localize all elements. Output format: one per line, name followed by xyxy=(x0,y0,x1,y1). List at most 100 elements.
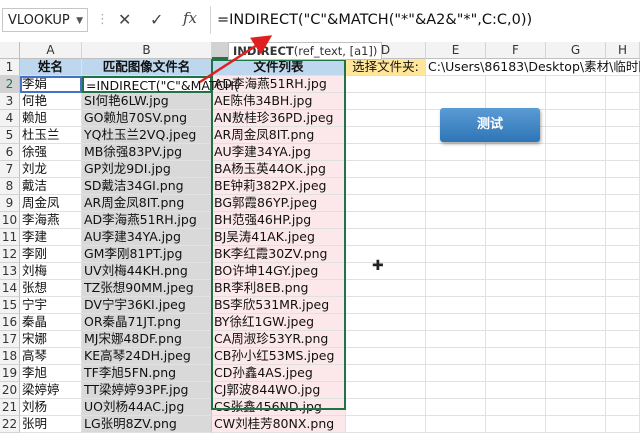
empty-cell[interactable] xyxy=(546,331,606,348)
empty-cell[interactable] xyxy=(546,263,606,280)
name-cell[interactable]: 李海燕 xyxy=(20,212,82,229)
column-header-g[interactable]: G xyxy=(546,42,606,59)
empty-cell[interactable] xyxy=(606,93,640,110)
empty-cell[interactable] xyxy=(346,382,426,399)
empty-cell[interactable] xyxy=(606,144,640,161)
name-cell[interactable]: 宋娜 xyxy=(20,331,82,348)
match-result-cell[interactable]: UO刘杨44AC.jpg xyxy=(82,399,212,416)
tooltip-function-name[interactable]: INDIRECT xyxy=(233,44,294,58)
match-result-cell[interactable]: GM李刚81PT.jpg xyxy=(82,246,212,263)
empty-cell[interactable] xyxy=(346,178,426,195)
empty-cell[interactable] xyxy=(606,246,640,263)
empty-cell[interactable] xyxy=(346,297,426,314)
empty-cell[interactable] xyxy=(486,331,546,348)
row-header[interactable]: 4 xyxy=(0,110,20,127)
match-result-cell[interactable]: TT梁婷婷93PF.jpg xyxy=(82,382,212,399)
insert-function-button[interactable]: fx xyxy=(183,9,197,27)
empty-cell[interactable] xyxy=(346,76,426,93)
name-cell[interactable]: 刘杨 xyxy=(20,399,82,416)
file-list-cell[interactable]: CS张鑫456ND.jpg xyxy=(212,399,346,416)
match-result-cell[interactable]: SD戴洁34GI.png xyxy=(82,178,212,195)
row-header[interactable]: 13 xyxy=(0,263,20,280)
file-list-cell[interactable]: CA周淑珍53YR.png xyxy=(212,331,346,348)
empty-cell[interactable] xyxy=(486,263,546,280)
empty-cell[interactable] xyxy=(486,246,546,263)
name-cell[interactable]: 梁婷婷 xyxy=(20,382,82,399)
name-cell[interactable]: 刘龙 xyxy=(20,161,82,178)
empty-cell[interactable] xyxy=(606,365,640,382)
empty-cell[interactable] xyxy=(546,348,606,365)
empty-cell[interactable] xyxy=(426,195,486,212)
match-result-cell[interactable]: LG张明8ZV.png xyxy=(82,416,212,433)
empty-cell[interactable] xyxy=(346,144,426,161)
formula-input[interactable]: =INDIRECT("C"&MATCH("*"&A2&"*",C:C,0)) xyxy=(210,6,640,34)
file-list-cell[interactable]: CB孙小红53MS.jpeg xyxy=(212,348,346,365)
empty-cell[interactable] xyxy=(546,212,606,229)
row-header[interactable]: 14 xyxy=(0,280,20,297)
empty-cell[interactable] xyxy=(546,246,606,263)
name-cell[interactable]: 张明 xyxy=(20,416,82,433)
file-list-cell[interactable]: CW刘桂芳80NX.png xyxy=(212,416,346,433)
empty-cell[interactable] xyxy=(426,212,486,229)
row-header[interactable]: 7 xyxy=(0,161,20,178)
row-header[interactable]: 3 xyxy=(0,93,20,110)
empty-cell[interactable] xyxy=(606,331,640,348)
file-list-cell[interactable]: CD孙鑫4AS.jpeg xyxy=(212,365,346,382)
name-cell[interactable]: 刘梅 xyxy=(20,263,82,280)
empty-cell[interactable] xyxy=(346,110,426,127)
empty-cell[interactable] xyxy=(486,144,546,161)
empty-cell[interactable] xyxy=(426,246,486,263)
empty-cell[interactable] xyxy=(346,365,426,382)
empty-cell[interactable] xyxy=(486,314,546,331)
empty-cell[interactable] xyxy=(546,178,606,195)
empty-cell[interactable] xyxy=(486,161,546,178)
empty-cell[interactable] xyxy=(546,399,606,416)
name-cell[interactable]: 何艳 xyxy=(20,93,82,110)
file-list-cell[interactable]: CJ郭波844WO.jpg xyxy=(212,382,346,399)
check-icon[interactable]: ✓ xyxy=(150,10,163,29)
active-formula-cell[interactable]: =INDIRECT("C"&MATCH( xyxy=(82,76,239,93)
empty-cell[interactable] xyxy=(486,416,546,433)
empty-cell[interactable] xyxy=(546,93,606,110)
empty-cell[interactable] xyxy=(546,365,606,382)
row-header[interactable]: 21 xyxy=(0,399,20,416)
empty-cell[interactable] xyxy=(346,416,426,433)
empty-cell[interactable] xyxy=(486,280,546,297)
match-result-cell[interactable]: AR周金凤8IT.png xyxy=(82,195,212,212)
header-match-cell[interactable]: 匹配图像文件名 xyxy=(82,59,212,76)
empty-cell[interactable] xyxy=(346,212,426,229)
empty-cell[interactable] xyxy=(606,212,640,229)
row-header[interactable]: 22 xyxy=(0,416,20,433)
empty-cell[interactable] xyxy=(426,348,486,365)
file-list-cell[interactable]: BR李利8EB.png xyxy=(212,280,346,297)
empty-cell[interactable] xyxy=(486,297,546,314)
empty-cell[interactable] xyxy=(546,161,606,178)
row-header[interactable]: 2 xyxy=(0,76,20,93)
match-result-cell[interactable]: OR秦晶71JT.png xyxy=(82,314,212,331)
empty-cell[interactable] xyxy=(546,144,606,161)
empty-cell[interactable] xyxy=(346,229,426,246)
empty-cell[interactable] xyxy=(606,178,640,195)
match-result-cell[interactable]: MJ宋娜48DF.png xyxy=(82,331,212,348)
empty-cell[interactable] xyxy=(486,348,546,365)
match-result-cell[interactable]: GP刘龙9DI.jpg xyxy=(82,161,212,178)
spreadsheet-grid[interactable]: ABCDEFGH1姓名匹配图像文件名文件列表选择文件夹:C:\Users\861… xyxy=(0,42,640,433)
empty-cell[interactable] xyxy=(546,297,606,314)
empty-cell[interactable] xyxy=(346,348,426,365)
empty-cell[interactable] xyxy=(426,144,486,161)
row-header[interactable]: 18 xyxy=(0,348,20,365)
file-list-cell[interactable]: AE陈伟34BH.jpg xyxy=(212,93,346,110)
empty-cell[interactable] xyxy=(346,331,426,348)
empty-cell[interactable] xyxy=(546,110,606,127)
header-name-cell[interactable]: 姓名 xyxy=(20,59,82,76)
match-result-cell[interactable]: MB徐强83PV.jpg xyxy=(82,144,212,161)
name-cell[interactable]: 宁宇 xyxy=(20,297,82,314)
empty-cell[interactable] xyxy=(426,297,486,314)
empty-cell[interactable] xyxy=(426,76,486,93)
file-list-cell[interactable]: BK李红霞30ZV.png xyxy=(212,246,346,263)
empty-cell[interactable] xyxy=(486,76,546,93)
empty-cell[interactable] xyxy=(426,263,486,280)
file-list-cell[interactable]: BH范强46HP.jpg xyxy=(212,212,346,229)
name-cell[interactable]: 徐强 xyxy=(20,144,82,161)
row-header[interactable]: 15 xyxy=(0,297,20,314)
